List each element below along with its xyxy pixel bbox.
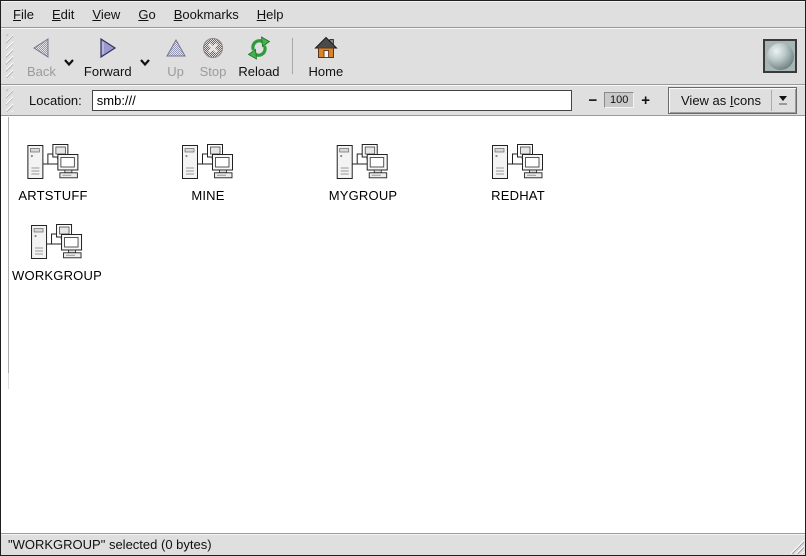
- resize-grip[interactable]: [787, 537, 804, 554]
- share-item-workgroup[interactable]: WORKGROUP: [12, 222, 102, 283]
- toolbar-drag-handle[interactable]: [6, 34, 13, 78]
- share-item-label: WORKGROUP: [12, 268, 102, 283]
- side-pane-separator-end: [8, 373, 9, 389]
- share-item-label: REDHAT: [491, 188, 545, 203]
- network-share-icon: [336, 142, 390, 184]
- forward-icon: [96, 35, 120, 61]
- network-share-icon: [26, 142, 80, 184]
- menu-file[interactable]: File: [4, 7, 43, 22]
- menu-go[interactable]: Go: [129, 7, 164, 22]
- back-history-dropdown[interactable]: [63, 55, 75, 70]
- share-item-mygroup[interactable]: MYGROUP: [329, 142, 398, 203]
- locationbar-drag-handle[interactable]: [6, 89, 13, 112]
- zoom-in-button[interactable]: +: [641, 93, 650, 108]
- share-item-mine[interactable]: MINE: [181, 142, 235, 203]
- menubar: File Edit View Go Bookmarks Help: [1, 1, 805, 28]
- view-as-dropdown[interactable]: View as Icons: [668, 87, 797, 114]
- up-label: Up: [167, 64, 184, 79]
- home-button[interactable]: Home: [303, 30, 350, 82]
- status-text: "WORKGROUP" selected (0 bytes): [8, 537, 212, 552]
- network-share-icon: [491, 142, 545, 184]
- forward-label: Forward: [84, 64, 132, 79]
- stop-icon: [201, 35, 225, 61]
- icon-view[interactable]: ARTSTUFF MINE MYGROUP REDHAT WORKGROUP: [1, 116, 805, 533]
- back-button[interactable]: Back: [21, 30, 62, 82]
- back-label: Back: [27, 64, 56, 79]
- menu-help[interactable]: Help: [248, 7, 293, 22]
- reload-label: Reload: [238, 64, 279, 79]
- location-label: Location:: [29, 93, 82, 108]
- stop-label: Stop: [200, 64, 227, 79]
- file-manager-window: File Edit View Go Bookmarks Help Back Fo…: [0, 0, 806, 556]
- network-share-icon: [181, 142, 235, 184]
- reload-icon: [247, 35, 271, 61]
- menu-bookmarks[interactable]: Bookmarks: [165, 7, 248, 22]
- side-pane-separator: [8, 117, 9, 373]
- share-item-redhat[interactable]: REDHAT: [491, 142, 545, 203]
- share-item-artstuff[interactable]: ARTSTUFF: [18, 142, 87, 203]
- throbber: [763, 39, 797, 73]
- stop-button[interactable]: Stop: [194, 30, 233, 82]
- home-icon: [314, 35, 338, 61]
- menu-view[interactable]: View: [83, 7, 129, 22]
- location-input[interactable]: [92, 90, 573, 111]
- toolbar: Back Forward Up: [1, 28, 805, 85]
- reload-button[interactable]: Reload: [232, 30, 285, 82]
- back-icon: [29, 35, 53, 61]
- up-button[interactable]: Up: [158, 30, 194, 82]
- location-bar: Location: − 100 + View as Icons: [1, 85, 805, 116]
- view-as-label: View as Icons: [669, 93, 771, 108]
- forward-history-dropdown[interactable]: [139, 55, 151, 70]
- home-label: Home: [309, 64, 344, 79]
- share-item-label: MINE: [191, 188, 224, 203]
- toolbar-separator: [292, 38, 293, 74]
- zoom-level-indicator[interactable]: 100: [604, 92, 634, 108]
- share-item-label: MYGROUP: [329, 188, 398, 203]
- zoom-out-button[interactable]: −: [588, 93, 597, 108]
- forward-button[interactable]: Forward: [78, 30, 138, 82]
- share-item-label: ARTSTUFF: [18, 188, 87, 203]
- throbber-sphere-icon: [767, 43, 794, 70]
- view-as-arrow-icon: [771, 90, 794, 111]
- status-bar: "WORKGROUP" selected (0 bytes): [1, 533, 805, 555]
- network-share-icon: [30, 222, 84, 264]
- up-icon: [164, 35, 188, 61]
- menu-edit[interactable]: Edit: [43, 7, 83, 22]
